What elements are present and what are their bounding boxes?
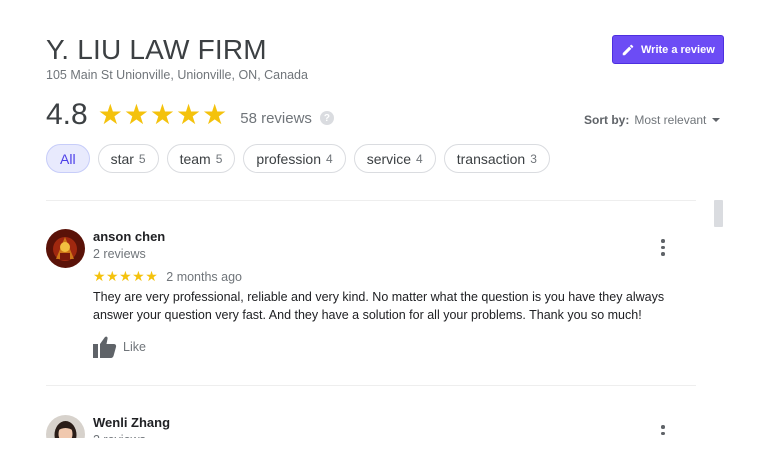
chip-star[interactable]: star 5 <box>97 144 159 173</box>
review-stars: ★★★★★ <box>93 268 159 284</box>
review-rating-line: ★★★★★ 2 months ago <box>93 268 242 285</box>
divider <box>46 200 696 201</box>
chip-label: transaction <box>456 150 526 167</box>
sort-value: Most relevant <box>634 113 707 127</box>
reviewer-name[interactable]: anson chen <box>93 229 165 244</box>
reviewer-review-count: 2 reviews <box>93 247 146 261</box>
chip-service[interactable]: service 4 <box>353 144 436 173</box>
filter-chips: All star 5 team 5 profession 4 service 4 tra… <box>46 144 550 173</box>
caret-down-icon <box>712 118 721 122</box>
thumbs-up-icon <box>93 336 117 358</box>
chip-label: team <box>179 150 211 167</box>
pencil-icon <box>622 44 634 55</box>
chip-count: 4 <box>326 151 333 166</box>
scrollbar-thumb[interactable] <box>714 200 723 227</box>
like-label: Like <box>123 340 146 354</box>
write-review-label: Write a review <box>641 43 715 56</box>
rating-stars: ★★★★★ <box>97 99 229 130</box>
chip-count: 4 <box>416 151 423 166</box>
chip-count: 3 <box>530 151 537 166</box>
chip-profession[interactable]: profession 4 <box>243 144 346 173</box>
avatar[interactable] <box>46 229 85 268</box>
chip-count: 5 <box>215 151 223 166</box>
sort-dropdown[interactable]: Sort by: Most relevant <box>584 113 721 127</box>
more-options-icon[interactable] <box>658 239 668 256</box>
chip-transaction[interactable]: transaction 3 <box>443 144 550 173</box>
chip-label: star <box>110 150 134 167</box>
avatar-image <box>46 229 85 268</box>
review-date: 2 months ago <box>166 269 243 284</box>
help-icon[interactable]: ? <box>319 111 334 125</box>
chip-team[interactable]: team 5 <box>166 144 236 173</box>
chip-label: service <box>366 150 412 167</box>
like-button[interactable]: Like <box>93 336 146 358</box>
divider <box>46 385 696 386</box>
reviews-count[interactable]: 58 reviews <box>240 110 312 127</box>
chip-label: All <box>60 150 76 167</box>
sort-label: Sort by: <box>584 113 630 127</box>
business-address: 105 Main St Unionville, Unionville, ON, … <box>46 68 308 82</box>
write-review-button[interactable]: Write a review <box>612 35 724 64</box>
review-text: They are very professional, reliable and… <box>93 290 665 322</box>
chip-count: 5 <box>138 151 146 166</box>
average-rating: 4.8 <box>46 98 88 131</box>
chip-label: profession <box>256 150 321 167</box>
viewport-edge <box>0 438 773 468</box>
business-name: Y. LIU LAW FIRM <box>46 34 267 65</box>
rating-summary: 4.8 ★★★★★ 58 reviews ? <box>46 98 334 132</box>
reviewer-name[interactable]: Wenli Zhang <box>93 415 170 430</box>
chip-all[interactable]: All <box>46 144 90 173</box>
